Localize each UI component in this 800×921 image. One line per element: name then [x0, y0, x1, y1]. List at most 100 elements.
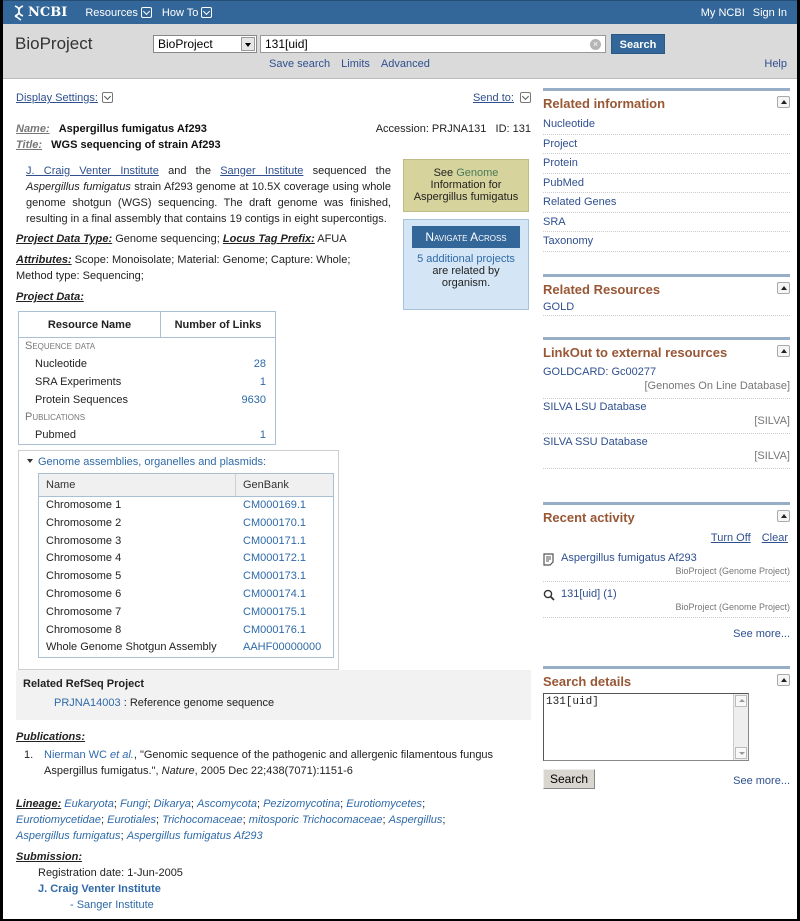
linkout-source: [SILVA] — [754, 449, 790, 462]
scrollbar[interactable] — [733, 693, 748, 760]
genbank-link[interactable]: AAHF00000000 — [236, 639, 333, 657]
genbank-link[interactable]: CM000172.1 — [236, 550, 333, 568]
search-links: Save search Limits Advanced — [269, 58, 430, 70]
linkout-link[interactable]: SILVA SSU Database — [543, 436, 648, 448]
scroll-up-icon[interactable] — [735, 694, 747, 707]
refseq-description: : Reference genome sequence — [120, 697, 275, 709]
limits-link[interactable]: Limits — [341, 58, 370, 70]
linkout-link[interactable]: GOLDCARD: Gc00277 — [543, 366, 656, 378]
chevron-down-icon — [140, 7, 152, 18]
search-details-search-button[interactable]: Search — [543, 768, 595, 789]
help-link[interactable]: Help — [764, 58, 787, 70]
send-to-link[interactable]: Send to: — [473, 92, 531, 104]
genbank-link[interactable]: CM000170.1 — [236, 515, 333, 533]
table-row: Chromosome 7 CM000175.1 — [39, 604, 333, 622]
genome-assemblies-toggle[interactable]: Genome assemblies, organelles and plasmi… — [19, 451, 338, 473]
advanced-link[interactable]: Advanced — [381, 58, 430, 70]
publication-author-link[interactable]: Nierman WC et al. — [44, 749, 134, 761]
search-details-see-more-link[interactable]: See more... — [733, 775, 790, 787]
recent-activity-title: 131[uid] (1) — [561, 587, 617, 600]
refseq-link[interactable]: PRJNA14003 — [54, 697, 121, 709]
resources-menu[interactable]: Resources — [85, 7, 152, 19]
link-count[interactable]: 1 — [260, 373, 266, 391]
separator: ; — [442, 814, 446, 826]
publication-citation: , 2005 Dec 22;438(7071):1151-6 — [194, 765, 353, 777]
sanger-link[interactable]: Sanger Institute — [220, 165, 303, 177]
genbank-link[interactable]: CM000169.1 — [236, 497, 333, 515]
related-info-link[interactable]: Nucleotide — [543, 115, 790, 135]
genbank-link[interactable]: CM000171.1 — [236, 533, 333, 551]
assembly-name: Chromosome 3 — [46, 534, 122, 547]
taxon-link[interactable]: Dikarya — [154, 798, 191, 810]
link-count[interactable]: 1 — [260, 426, 266, 444]
sub-institute-link[interactable]: - Sanger Institute — [16, 897, 183, 913]
taxon-link[interactable]: Eurotiomycetes — [346, 798, 422, 810]
collapse-icon[interactable] — [777, 281, 790, 294]
how-to-menu[interactable]: How To — [162, 7, 213, 19]
taxon-link[interactable]: Eurotiomycetidae — [16, 814, 101, 826]
taxon-link[interactable]: Pezizomycotina — [263, 798, 340, 810]
taxon-link[interactable]: Aspergillus — [389, 814, 443, 826]
jcvi-link[interactable]: J. Craig Venter Institute — [26, 165, 159, 177]
taxon-link[interactable]: Ascomycota — [197, 798, 257, 810]
ncbi-logo[interactable]: NCBI — [13, 4, 67, 21]
clear-search-icon[interactable]: × — [590, 39, 601, 50]
page: NCBI Resources How To My NCBI Sign In Bi… — [3, 0, 797, 919]
database-select-value: BioProject — [158, 37, 213, 51]
portlet-title: Search details — [543, 673, 632, 689]
related-info-link[interactable]: SRA — [543, 213, 790, 232]
search-details-textarea[interactable]: 131[uid] — [543, 692, 749, 761]
collapse-icon[interactable] — [777, 509, 790, 522]
display-settings-link[interactable]: Display Settings: — [16, 92, 98, 104]
search-input[interactable]: 131[uid] × — [260, 35, 606, 53]
related-info-link[interactable]: PubMed — [543, 174, 790, 193]
related-info-link[interactable]: Related Genes — [543, 193, 790, 213]
clear-link[interactable]: Clear — [762, 532, 788, 544]
genbank-link[interactable]: CM000174.1 — [236, 586, 333, 604]
genome-link[interactable]: Genome — [456, 167, 498, 179]
assembly-name: Chromosome 4 — [46, 552, 122, 565]
recent-activity-item[interactable]: Aspergillus fumigatus Af293 BioProject (… — [543, 546, 790, 582]
sign-in-link[interactable]: Sign In — [753, 7, 787, 19]
recent-activity-see-more-link[interactable]: See more... — [543, 628, 790, 640]
linkout-link[interactable]: SILVA LSU Database — [543, 401, 647, 413]
search-details-query: 131[uid] — [546, 695, 599, 708]
table-header: Name GenBank — [39, 474, 333, 497]
taxon-link[interactable]: Fungi — [120, 798, 148, 810]
related-info-link[interactable]: Project — [543, 135, 790, 154]
related-resource-gold[interactable]: GOLD — [543, 301, 790, 316]
taxon-link[interactable]: Eukaryota — [64, 798, 114, 810]
search-button[interactable]: Search — [611, 34, 665, 54]
genbank-link[interactable]: CM000175.1 — [236, 604, 333, 622]
resource-name: SRA Experiments — [35, 376, 122, 388]
taxon-link[interactable]: Aspergillus fumigatus — [16, 830, 121, 842]
additional-projects-link[interactable]: 5 additional projects — [417, 253, 515, 265]
project-name-row: Name: Aspergillus fumigatus Af293 Access… — [16, 123, 533, 139]
separator: ; — [422, 798, 426, 810]
chevron-down-icon[interactable] — [102, 92, 113, 103]
recent-activity-item[interactable]: 131[uid] (1) BioProject (Genome Project) — [543, 582, 790, 618]
collapse-icon[interactable] — [777, 96, 790, 108]
turn-off-link[interactable]: Turn Off — [711, 532, 751, 544]
collapse-icon[interactable] — [777, 673, 790, 686]
scroll-down-icon[interactable] — [735, 746, 747, 759]
project-data-heading: Project Data: — [16, 289, 84, 305]
save-search-link[interactable]: Save search — [269, 58, 330, 70]
genbank-link[interactable]: CM000176.1 — [236, 622, 333, 640]
project-title: WGS sequencing of strain Af293 — [51, 139, 221, 151]
taxon-link[interactable]: mitosporic Trichocomaceae — [249, 814, 383, 826]
genbank-link[interactable]: CM000173.1 — [236, 568, 333, 586]
category-label: Publications — [25, 411, 86, 423]
related-info-link[interactable]: Taxonomy — [543, 232, 790, 252]
taxon-link[interactable]: Trichocomaceae — [162, 814, 243, 826]
taxon-link[interactable]: Eurotiales — [107, 814, 156, 826]
my-ncbi-link[interactable]: My NCBI — [701, 7, 745, 19]
database-select[interactable]: BioProject — [153, 35, 257, 53]
taxon-link[interactable]: Aspergillus fumigatus Af293 — [127, 830, 263, 842]
table-row: Chromosome 5 CM000173.1 — [39, 568, 333, 586]
related-info-link[interactable]: Protein — [543, 154, 790, 174]
collapse-icon[interactable] — [777, 344, 790, 357]
link-count[interactable]: 9630 — [242, 391, 266, 409]
submitter-institute-link[interactable]: J. Craig Venter Institute — [16, 881, 183, 897]
link-count[interactable]: 28 — [254, 355, 266, 373]
